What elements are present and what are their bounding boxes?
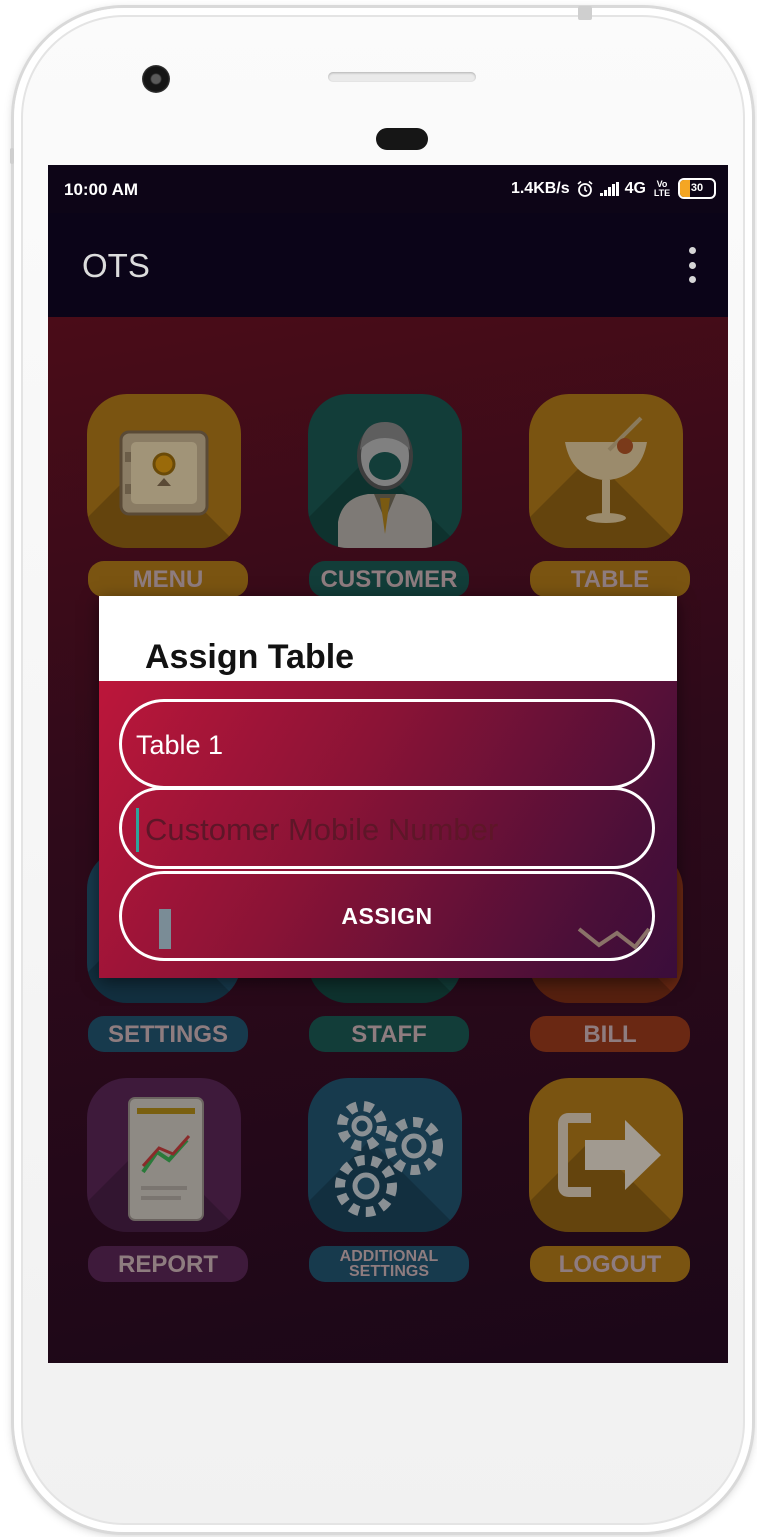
dialog-title: Assign Table [145, 638, 355, 676]
battery-level: 30 [690, 182, 704, 194]
top-button [578, 6, 592, 20]
logout-label: LOGOUT [530, 1246, 690, 1282]
settings-tile[interactable] [87, 849, 241, 1003]
staff-icon [308, 849, 462, 1003]
gears-icon [335, 1101, 443, 1217]
table-label: TABLE [530, 561, 690, 597]
status-time: 10:00 AM [64, 180, 139, 199]
bill-icon [577, 927, 651, 950]
settings-icon [159, 909, 171, 949]
app-title: OTS [82, 247, 150, 284]
volte-label: Vo LTE [653, 178, 671, 198]
report-label: REPORT [88, 1246, 248, 1282]
status-indicators: 1.4KB/s 4G Vo LTE 30 [511, 178, 716, 199]
settings-label: SETTINGS [88, 1016, 248, 1052]
dialog-header: Assign Table [99, 596, 677, 681]
bill-tile[interactable] [529, 849, 683, 1003]
table-value: Table 1 [136, 730, 224, 760]
waiter-icon [338, 422, 432, 548]
earpiece-sensor [376, 128, 428, 150]
customer-mobile-input[interactable] [136, 808, 636, 852]
staff-label: STAFF [309, 1016, 469, 1052]
cocktail-glass-icon [565, 416, 647, 523]
customer-label: CUSTOMER [309, 561, 469, 597]
speaker-grille [328, 72, 476, 82]
report-chart-icon [128, 1097, 204, 1221]
logout-tile[interactable] [529, 1078, 683, 1232]
report-tile[interactable] [87, 1078, 241, 1232]
table-select-field[interactable]: Table 1 [119, 699, 655, 789]
overflow-menu-icon[interactable] [686, 247, 698, 283]
bill-label: BILL [530, 1016, 690, 1052]
customer-tile[interactable] [308, 394, 462, 548]
additional-settings-tile[interactable] [308, 1078, 462, 1232]
network-speed: 1.4KB/s [510, 179, 570, 197]
battery-icon: 30 [678, 178, 716, 199]
app-bar: OTS [48, 213, 728, 317]
additional-settings-label: ADDITIONAL SETTINGS [309, 1246, 469, 1282]
menu-label: MENU [88, 561, 248, 597]
safe-icon [119, 430, 209, 516]
status-bar: 10:00 AM 1.4KB/s 4G Vo LTE 30 [48, 165, 728, 213]
logout-arrow-icon [558, 1113, 661, 1197]
side-button [10, 148, 14, 164]
network-type: 4G [624, 179, 646, 197]
table-tile[interactable] [529, 394, 683, 548]
phone-screen: 10:00 AM 1.4KB/s 4G Vo LTE 30 OTS MENU C… [48, 165, 728, 1363]
signal-icon [599, 181, 619, 196]
front-camera-icon [142, 65, 170, 93]
staff-tile[interactable] [308, 849, 462, 1003]
menu-tile[interactable] [87, 394, 241, 548]
alarm-icon [577, 180, 593, 197]
